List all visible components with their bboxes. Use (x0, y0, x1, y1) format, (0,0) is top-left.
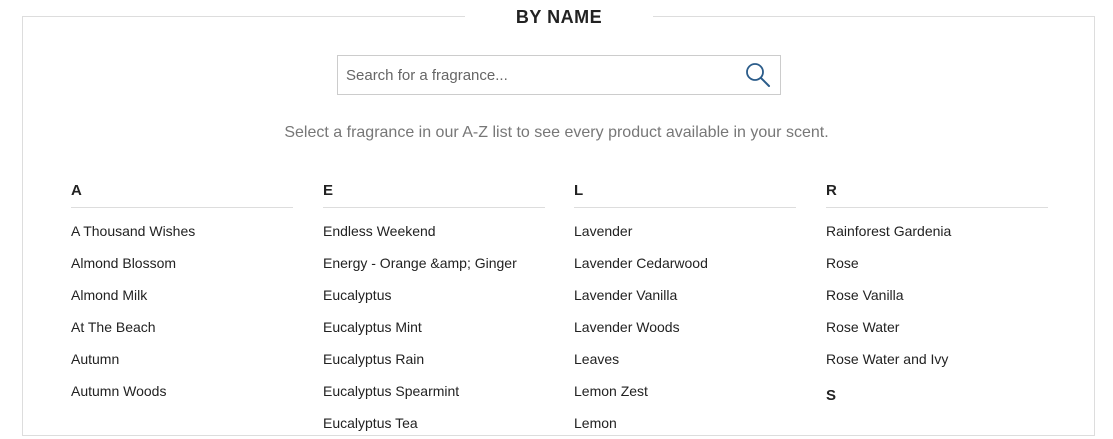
fragrance-link[interactable]: Almond Milk (71, 279, 293, 311)
fragrance-link[interactable]: Eucalyptus Mint (323, 311, 545, 343)
letter-heading: L (574, 180, 796, 208)
fragrance-list: Rainforest Gardenia Rose Rose Vanilla Ro… (826, 208, 1048, 375)
fragrance-link[interactable]: A Thousand Wishes (71, 215, 293, 247)
fragrance-link[interactable]: Lemon (574, 407, 796, 439)
letter-heading: A (71, 180, 293, 208)
fragrance-link[interactable]: Rose (826, 247, 1048, 279)
letter-column-r: R Rainforest Gardenia Rose Rose Vanilla … (826, 180, 1048, 413)
fragrance-link[interactable]: Autumn Woods (71, 375, 293, 407)
letter-column-l: L Lavender Lavender Cedarwood Lavender V… (574, 180, 796, 439)
fragrance-list: Endless Weekend Energy - Orange &amp; Gi… (323, 208, 545, 439)
fragrance-link[interactable]: Eucalyptus Spearmint (323, 375, 545, 407)
fragrance-link[interactable]: Lemon Zest (574, 375, 796, 407)
section-title: BY NAME (465, 4, 653, 30)
fragrance-link[interactable]: Rose Water (826, 311, 1048, 343)
fragrance-link[interactable]: Lavender (574, 215, 796, 247)
fragrance-list: Lavender Lavender Cedarwood Lavender Van… (574, 208, 796, 439)
letter-column-e: E Endless Weekend Energy - Orange &amp; … (323, 180, 545, 439)
letter-column-a: A A Thousand Wishes Almond Blossom Almon… (71, 180, 293, 407)
fragrance-link[interactable]: Eucalyptus (323, 279, 545, 311)
fragrance-link[interactable]: Rose Water and Ivy (826, 343, 1048, 375)
fragrance-link[interactable]: Energy - Orange &amp; Ginger (323, 247, 545, 279)
fragrance-link[interactable]: Lavender Cedarwood (574, 247, 796, 279)
fragrance-link[interactable]: Eucalyptus Rain (323, 343, 545, 375)
search-input[interactable] (338, 56, 728, 94)
fragrance-link[interactable]: Rainforest Gardenia (826, 215, 1048, 247)
search-icon[interactable] (744, 61, 772, 89)
fragrance-link[interactable]: Eucalyptus Tea (323, 407, 545, 439)
fragrance-link[interactable]: Lavender Woods (574, 311, 796, 343)
fragrance-link[interactable]: Autumn (71, 343, 293, 375)
letter-heading: S (826, 387, 837, 404)
search-box (337, 55, 781, 95)
fragrance-link[interactable]: Almond Blossom (71, 247, 293, 279)
fragrance-link[interactable]: Rose Vanilla (826, 279, 1048, 311)
intro-text: Select a fragrance in our A-Z list to se… (284, 124, 829, 141)
fragrance-link[interactable]: Leaves (574, 343, 796, 375)
fragrance-link[interactable]: Endless Weekend (323, 215, 545, 247)
fragrance-link[interactable]: At The Beach (71, 311, 293, 343)
fragrance-list: A Thousand Wishes Almond Blossom Almond … (71, 208, 293, 407)
fragrance-link[interactable]: Lavender Vanilla (574, 279, 796, 311)
letter-heading: R (826, 180, 1048, 208)
letter-heading: E (323, 180, 545, 208)
